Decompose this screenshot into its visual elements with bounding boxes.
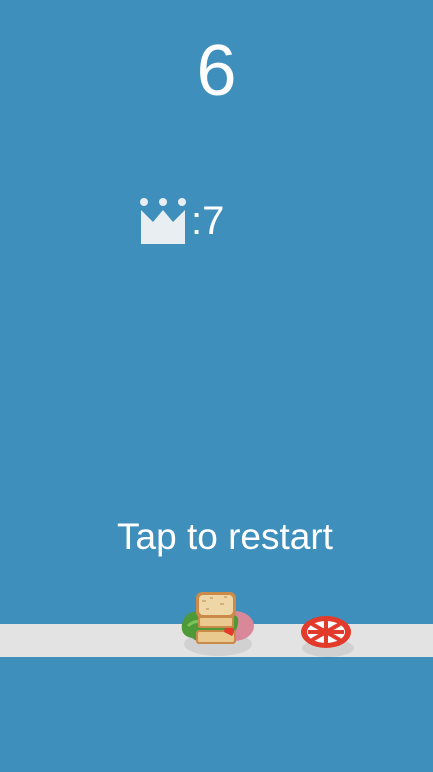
tap-to-restart-button[interactable]: Tap to restart: [0, 512, 433, 562]
best-score: :7: [139, 196, 224, 246]
tomato-slice-icon: [301, 616, 354, 657]
crown-icon: [140, 198, 186, 244]
current-score: 6: [196, 31, 237, 111]
best-score-separator: :: [191, 199, 203, 243]
game-screen[interactable]: 6 :7 Tap to restart: [0, 0, 433, 772]
best-score-text: :7: [191, 196, 224, 246]
sandwich-icon: [181, 592, 254, 656]
best-score-value: 7: [202, 199, 225, 243]
